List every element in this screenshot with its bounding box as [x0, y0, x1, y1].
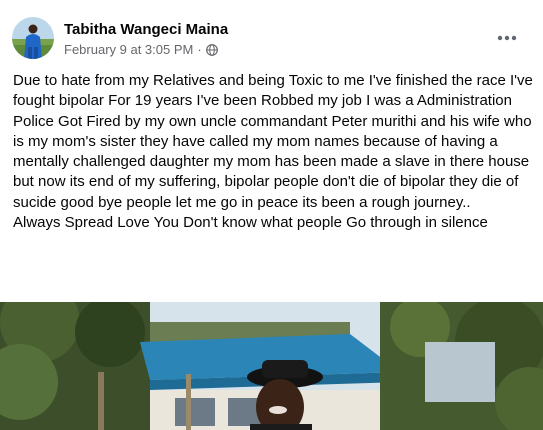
- post-photo-image: [0, 302, 543, 430]
- author-name[interactable]: Tabitha Wangeci Maina: [64, 21, 228, 38]
- facebook-post: Tabitha Wangeci Maina February 9 at 3:05…: [0, 0, 543, 430]
- timestamp[interactable]: February 9 at 3:05 PM: [64, 42, 193, 57]
- post-meta: February 9 at 3:05 PM ·: [64, 42, 218, 57]
- avatar[interactable]: [12, 17, 54, 59]
- post-photo[interactable]: [0, 302, 543, 430]
- post-body: Due to hate from my Relatives and being …: [13, 71, 533, 233]
- meta-separator: ·: [197, 42, 202, 57]
- more-options-icon[interactable]: [491, 24, 523, 52]
- avatar-image: [12, 17, 54, 59]
- post-paragraph: Always Spread Love You Don't know what p…: [13, 214, 488, 232]
- globe-icon[interactable]: [205, 43, 218, 56]
- post-paragraph: Due to hate from my Relatives and being …: [13, 72, 533, 211]
